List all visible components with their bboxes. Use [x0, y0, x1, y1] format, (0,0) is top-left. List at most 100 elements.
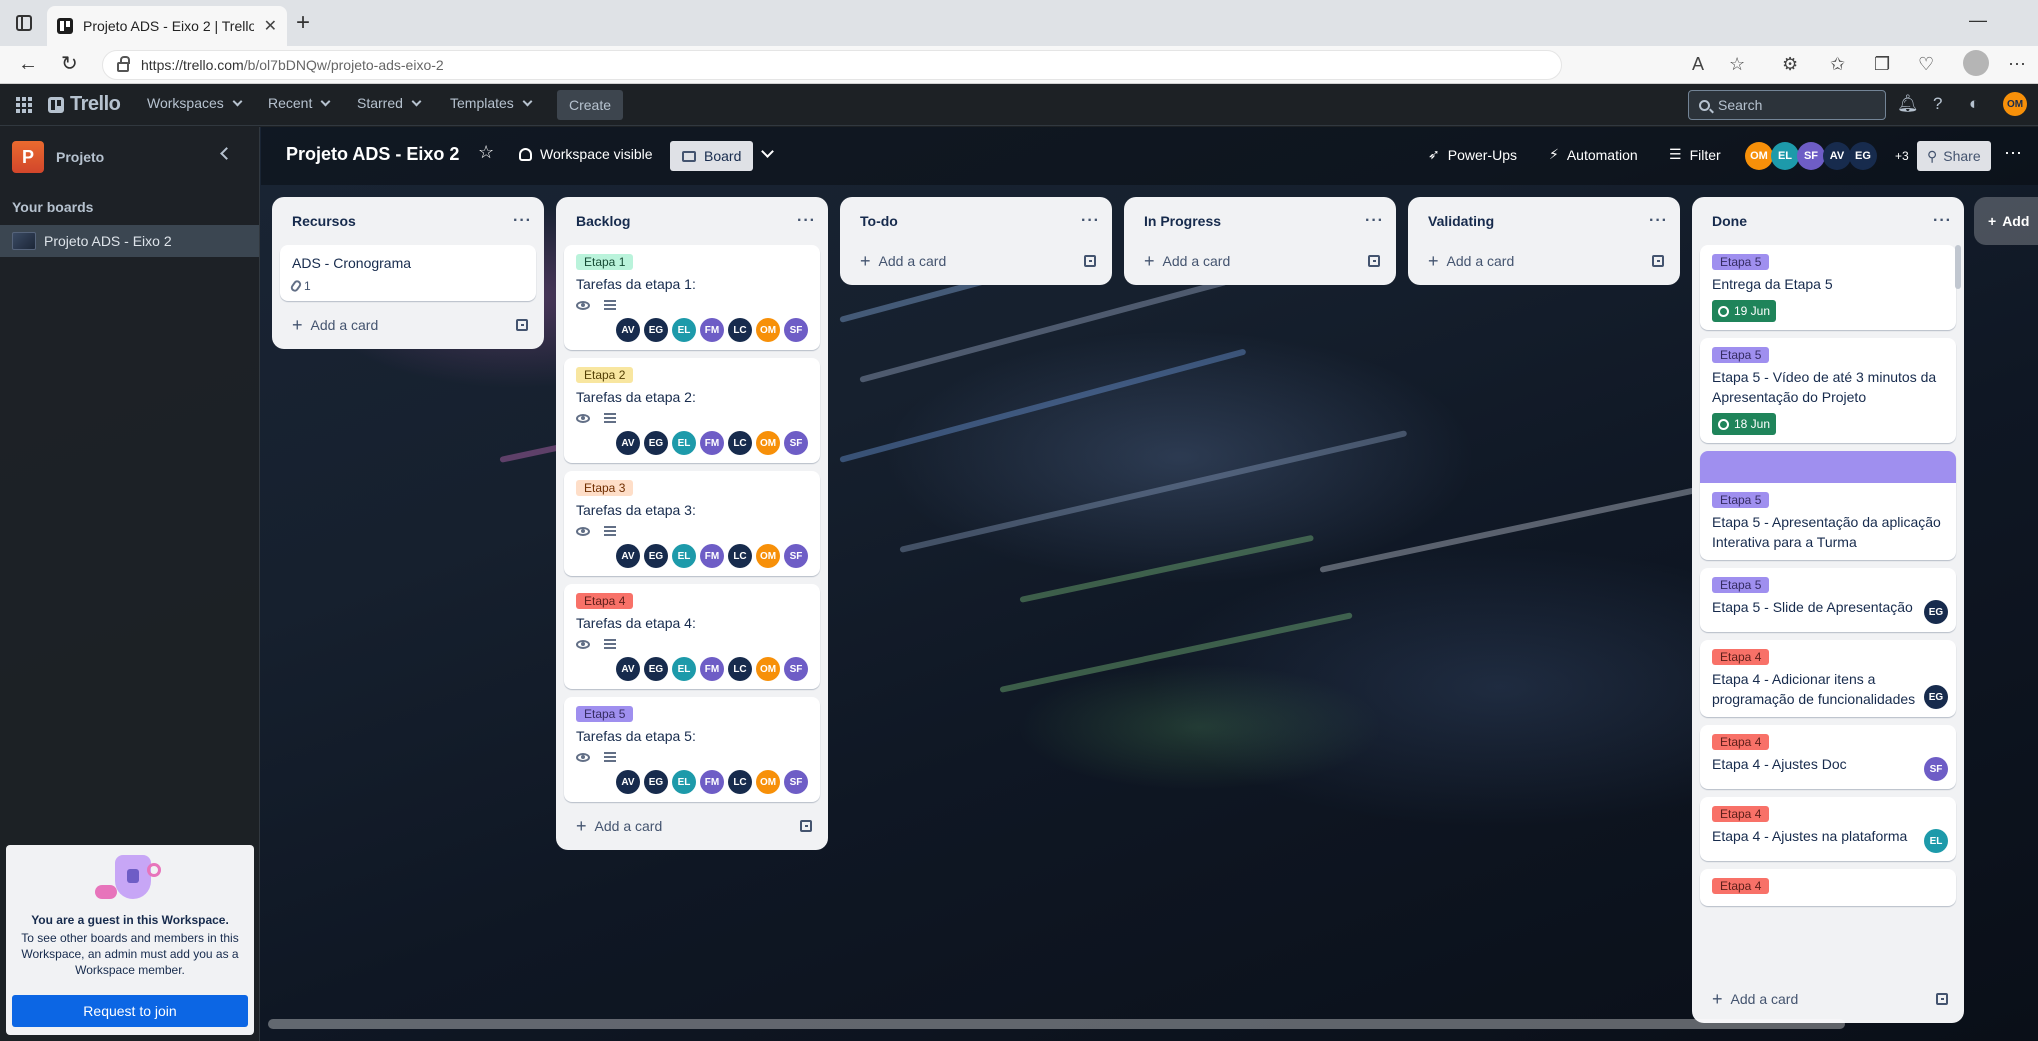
favorite-star-icon[interactable]: ☆ — [1729, 55, 1745, 73]
card-label[interactable]: Etapa 2 — [576, 367, 634, 383]
list-menu-icon[interactable]: ··· — [1365, 212, 1384, 230]
member-avatar[interactable]: SF — [784, 318, 808, 342]
member-avatar[interactable]: EL — [672, 770, 696, 794]
card-label[interactable]: Etapa 5 — [1712, 577, 1770, 593]
extensions-icon[interactable]: ⚙ — [1782, 55, 1798, 73]
member-avatar[interactable]: EG — [1924, 685, 1948, 709]
card-label[interactable]: Etapa 5 — [1712, 254, 1770, 270]
member-avatar[interactable]: EL — [672, 544, 696, 568]
horizontal-scrollbar[interactable] — [268, 1019, 1845, 1029]
card[interactable]: ADS - Cronograma 1 — [280, 245, 536, 301]
member-avatar[interactable]: EG — [1924, 600, 1948, 624]
visibility-button[interactable]: Workspace visible — [519, 146, 653, 162]
member-avatar[interactable]: AV — [616, 657, 640, 681]
member-avatar[interactable]: OM — [756, 431, 780, 455]
add-card-button[interactable]: + Add a card — [560, 810, 824, 842]
list-scrollbar[interactable] — [1955, 245, 1961, 289]
member-avatar[interactable]: SF — [1924, 757, 1948, 781]
list-title[interactable]: Done — [1712, 213, 1747, 229]
member-avatar[interactable]: OM — [756, 770, 780, 794]
list-menu-icon[interactable]: ··· — [1649, 212, 1668, 230]
card-template-icon[interactable] — [800, 820, 812, 832]
browser-menu-icon[interactable]: ⋯ — [2008, 55, 2026, 73]
add-card-button[interactable]: + Add a card — [1412, 245, 1676, 277]
list-title[interactable]: Recursos — [292, 213, 356, 229]
member-avatar[interactable]: LC — [728, 431, 752, 455]
card-label[interactable]: Etapa 1 — [576, 254, 634, 270]
member-avatar[interactable]: EL — [672, 431, 696, 455]
read-aloud-icon[interactable]: A — [1692, 55, 1704, 73]
card[interactable]: Etapa 4 Etapa 4 - Ajustes Doc SF — [1700, 725, 1956, 789]
board-member-avatar[interactable]: AV — [1823, 142, 1851, 170]
member-avatar[interactable]: FM — [700, 657, 724, 681]
card[interactable]: Etapa 5 Etapa 5 - Apresentação da aplicaç… — [1700, 451, 1956, 560]
collapse-sidebar-icon[interactable] — [220, 147, 233, 160]
add-list-button[interactable]: + Add — [1974, 197, 2038, 245]
card[interactable]: Etapa 1 Tarefas da etapa 1: AV EG EL FM LC OM SF — [564, 245, 820, 350]
add-card-button[interactable]: + Add a card — [276, 309, 540, 341]
member-avatar[interactable]: LC — [728, 657, 752, 681]
sidebar-board-item[interactable]: Projeto ADS - Eixo 2 — [0, 225, 259, 257]
member-avatar[interactable]: SF — [784, 657, 808, 681]
address-bar[interactable]: https://trello.com/b/ol7bDNQw/projeto-ad… — [102, 50, 1562, 80]
list-menu-icon[interactable]: ··· — [797, 212, 816, 230]
user-avatar[interactable]: OM — [2003, 92, 2027, 116]
share-button[interactable]: ⚲ Share — [1917, 141, 1991, 171]
templates-menu[interactable]: Templates — [450, 95, 533, 111]
member-avatar[interactable]: EL — [672, 318, 696, 342]
member-avatar[interactable]: EL — [1924, 829, 1948, 853]
list-menu-icon[interactable]: ··· — [513, 212, 532, 230]
board-member-avatar[interactable]: SF — [1797, 142, 1825, 170]
workspace-header[interactable]: P Projeto — [12, 141, 104, 173]
card-label[interactable]: Etapa 4 — [1712, 649, 1770, 665]
back-icon[interactable]: ← — [18, 54, 38, 74]
member-avatar[interactable]: OM — [756, 544, 780, 568]
card[interactable]: Etapa 5 Tarefas da etapa 5: AV EG EL FM LC OM SF — [564, 697, 820, 802]
browser-tab[interactable]: Projeto ADS - Eixo 2 | Trello ✕ — [47, 6, 287, 46]
automation-button[interactable]: ⚡︎ Automation — [1549, 146, 1638, 163]
member-avatar[interactable]: FM — [700, 431, 724, 455]
due-date-badge[interactable]: 19 Jun — [1712, 300, 1777, 322]
browser-essentials-icon[interactable]: ♡ — [1918, 55, 1934, 73]
add-card-button[interactable]: + Add a card — [1696, 983, 1960, 1015]
member-avatar[interactable]: EG — [644, 770, 668, 794]
card[interactable]: Etapa 4 Etapa 4 - Adicionar itens a progr… — [1700, 640, 1956, 717]
add-card-button[interactable]: + Add a card — [1128, 245, 1392, 277]
member-avatar[interactable]: LC — [728, 770, 752, 794]
board-member-avatar[interactable]: OM — [1745, 142, 1773, 170]
member-avatar[interactable]: LC — [728, 318, 752, 342]
collections-icon[interactable]: ❐ — [1874, 55, 1890, 73]
card[interactable]: Etapa 5 Etapa 5 - Vídeo de até 3 minutos … — [1700, 338, 1956, 443]
create-button[interactable]: Create — [557, 90, 624, 120]
view-switcher-chevron-icon[interactable] — [761, 145, 774, 158]
board-menu-icon[interactable]: ⋯ — [2004, 143, 2022, 164]
due-date-badge[interactable]: 18 Jun — [1712, 413, 1777, 435]
card[interactable]: Etapa 4 — [1700, 869, 1956, 906]
member-avatar[interactable]: SF — [784, 431, 808, 455]
card-template-icon[interactable] — [1084, 255, 1096, 267]
list-menu-icon[interactable]: ··· — [1081, 212, 1100, 230]
request-to-join-button[interactable]: Request to join — [12, 995, 248, 1027]
card-label[interactable]: Etapa 5 — [576, 706, 634, 722]
member-avatar[interactable]: OM — [756, 318, 780, 342]
board-title[interactable]: Projeto ADS - Eixo 2 — [286, 144, 459, 165]
workspaces-menu[interactable]: Workspaces — [147, 95, 243, 111]
member-avatar[interactable]: EG — [644, 657, 668, 681]
list-title[interactable]: Backlog — [576, 213, 630, 229]
board-view-button[interactable]: Board — [670, 141, 754, 171]
browser-profile-avatar[interactable] — [1963, 50, 1989, 76]
more-members-count[interactable]: +3 — [1895, 149, 1909, 163]
card-template-icon[interactable] — [1368, 255, 1380, 267]
member-avatar[interactable]: EG — [644, 544, 668, 568]
card-label[interactable]: Etapa 5 — [1712, 492, 1770, 508]
member-avatar[interactable]: EG — [644, 318, 668, 342]
member-avatar[interactable]: SF — [784, 770, 808, 794]
card[interactable]: Etapa 4 Etapa 4 - Ajustes na plataforma EL — [1700, 797, 1956, 861]
member-avatar[interactable]: FM — [700, 544, 724, 568]
filter-button[interactable]: ☰ Filter — [1669, 146, 1721, 163]
board-members[interactable]: OM EL SF AV EG — [1745, 142, 1877, 170]
card[interactable]: Etapa 2 Tarefas da etapa 2: AV EG EL FM LC OM SF — [564, 358, 820, 463]
starred-menu[interactable]: Starred — [357, 95, 422, 111]
help-icon[interactable]: ? — [1933, 95, 1942, 113]
card-label[interactable]: Etapa 4 — [1712, 734, 1770, 750]
